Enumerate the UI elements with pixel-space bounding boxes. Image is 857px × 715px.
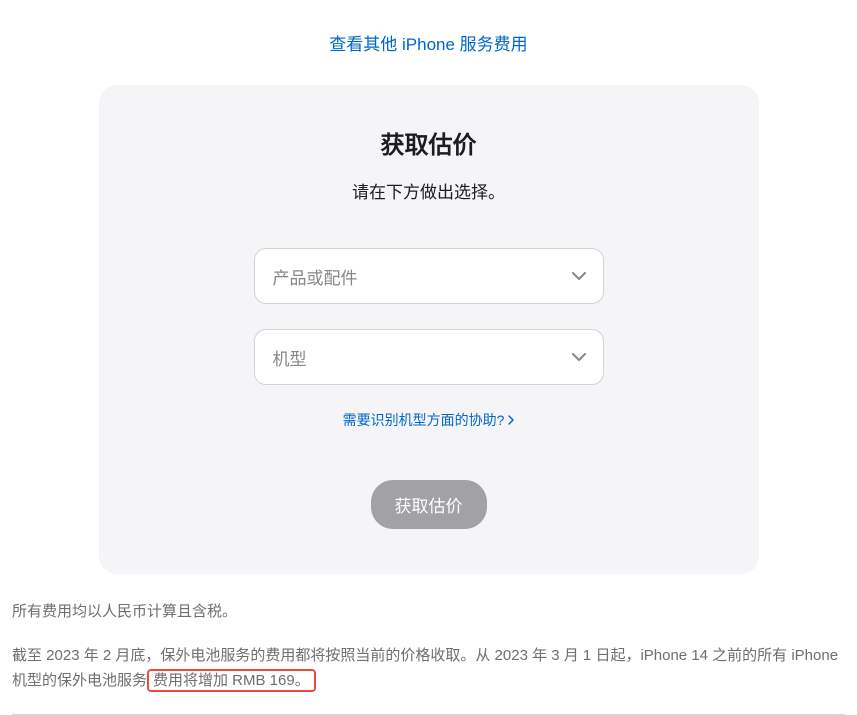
select-model-placeholder: 机型 [273,345,307,370]
select-product[interactable]: 产品或配件 [254,248,604,304]
button-container: 获取估价 [129,480,729,529]
footer-price-note: 截至 2023 年 2 月底，保外电池服务的费用都将按照当前的价格收取。从 20… [12,643,845,694]
select-model[interactable]: 机型 [254,329,604,385]
top-link-container: 查看其他 iPhone 服务费用 [0,0,857,85]
footer-divider [12,714,845,715]
footer-currency-note: 所有费用均以人民币计算且含税。 [12,599,845,625]
footer-price-highlight: 费用将增加 RMB 169。 [147,669,316,692]
select-product-placeholder: 产品或配件 [273,264,358,289]
get-estimate-button[interactable]: 获取估价 [371,480,487,529]
identify-model-help-link[interactable]: 需要识别机型方面的协助? [343,410,515,430]
other-services-link[interactable]: 查看其他 iPhone 服务费用 [329,35,527,54]
help-link-container: 需要识别机型方面的协助? [129,410,729,430]
select-model-wrap: 机型 [254,329,604,385]
footer-text: 所有费用均以人民币计算且含税。 截至 2023 年 2 月底，保外电池服务的费用… [0,574,857,715]
card-subtitle: 请在下方做出选择。 [129,178,729,203]
select-product-wrap: 产品或配件 [254,248,604,304]
chevron-right-icon [508,412,514,428]
footer-price-note-pre: 截至 2023 年 2 月底，保外电池服务的费用都将按照当前的价格收取。从 20… [12,647,838,690]
help-link-label: 需要识别机型方面的协助? [343,410,505,430]
estimate-card: 获取估价 请在下方做出选择。 产品或配件 机型 需要识别机型方面的协助? 获取估… [99,85,759,574]
card-title: 获取估价 [129,125,729,160]
